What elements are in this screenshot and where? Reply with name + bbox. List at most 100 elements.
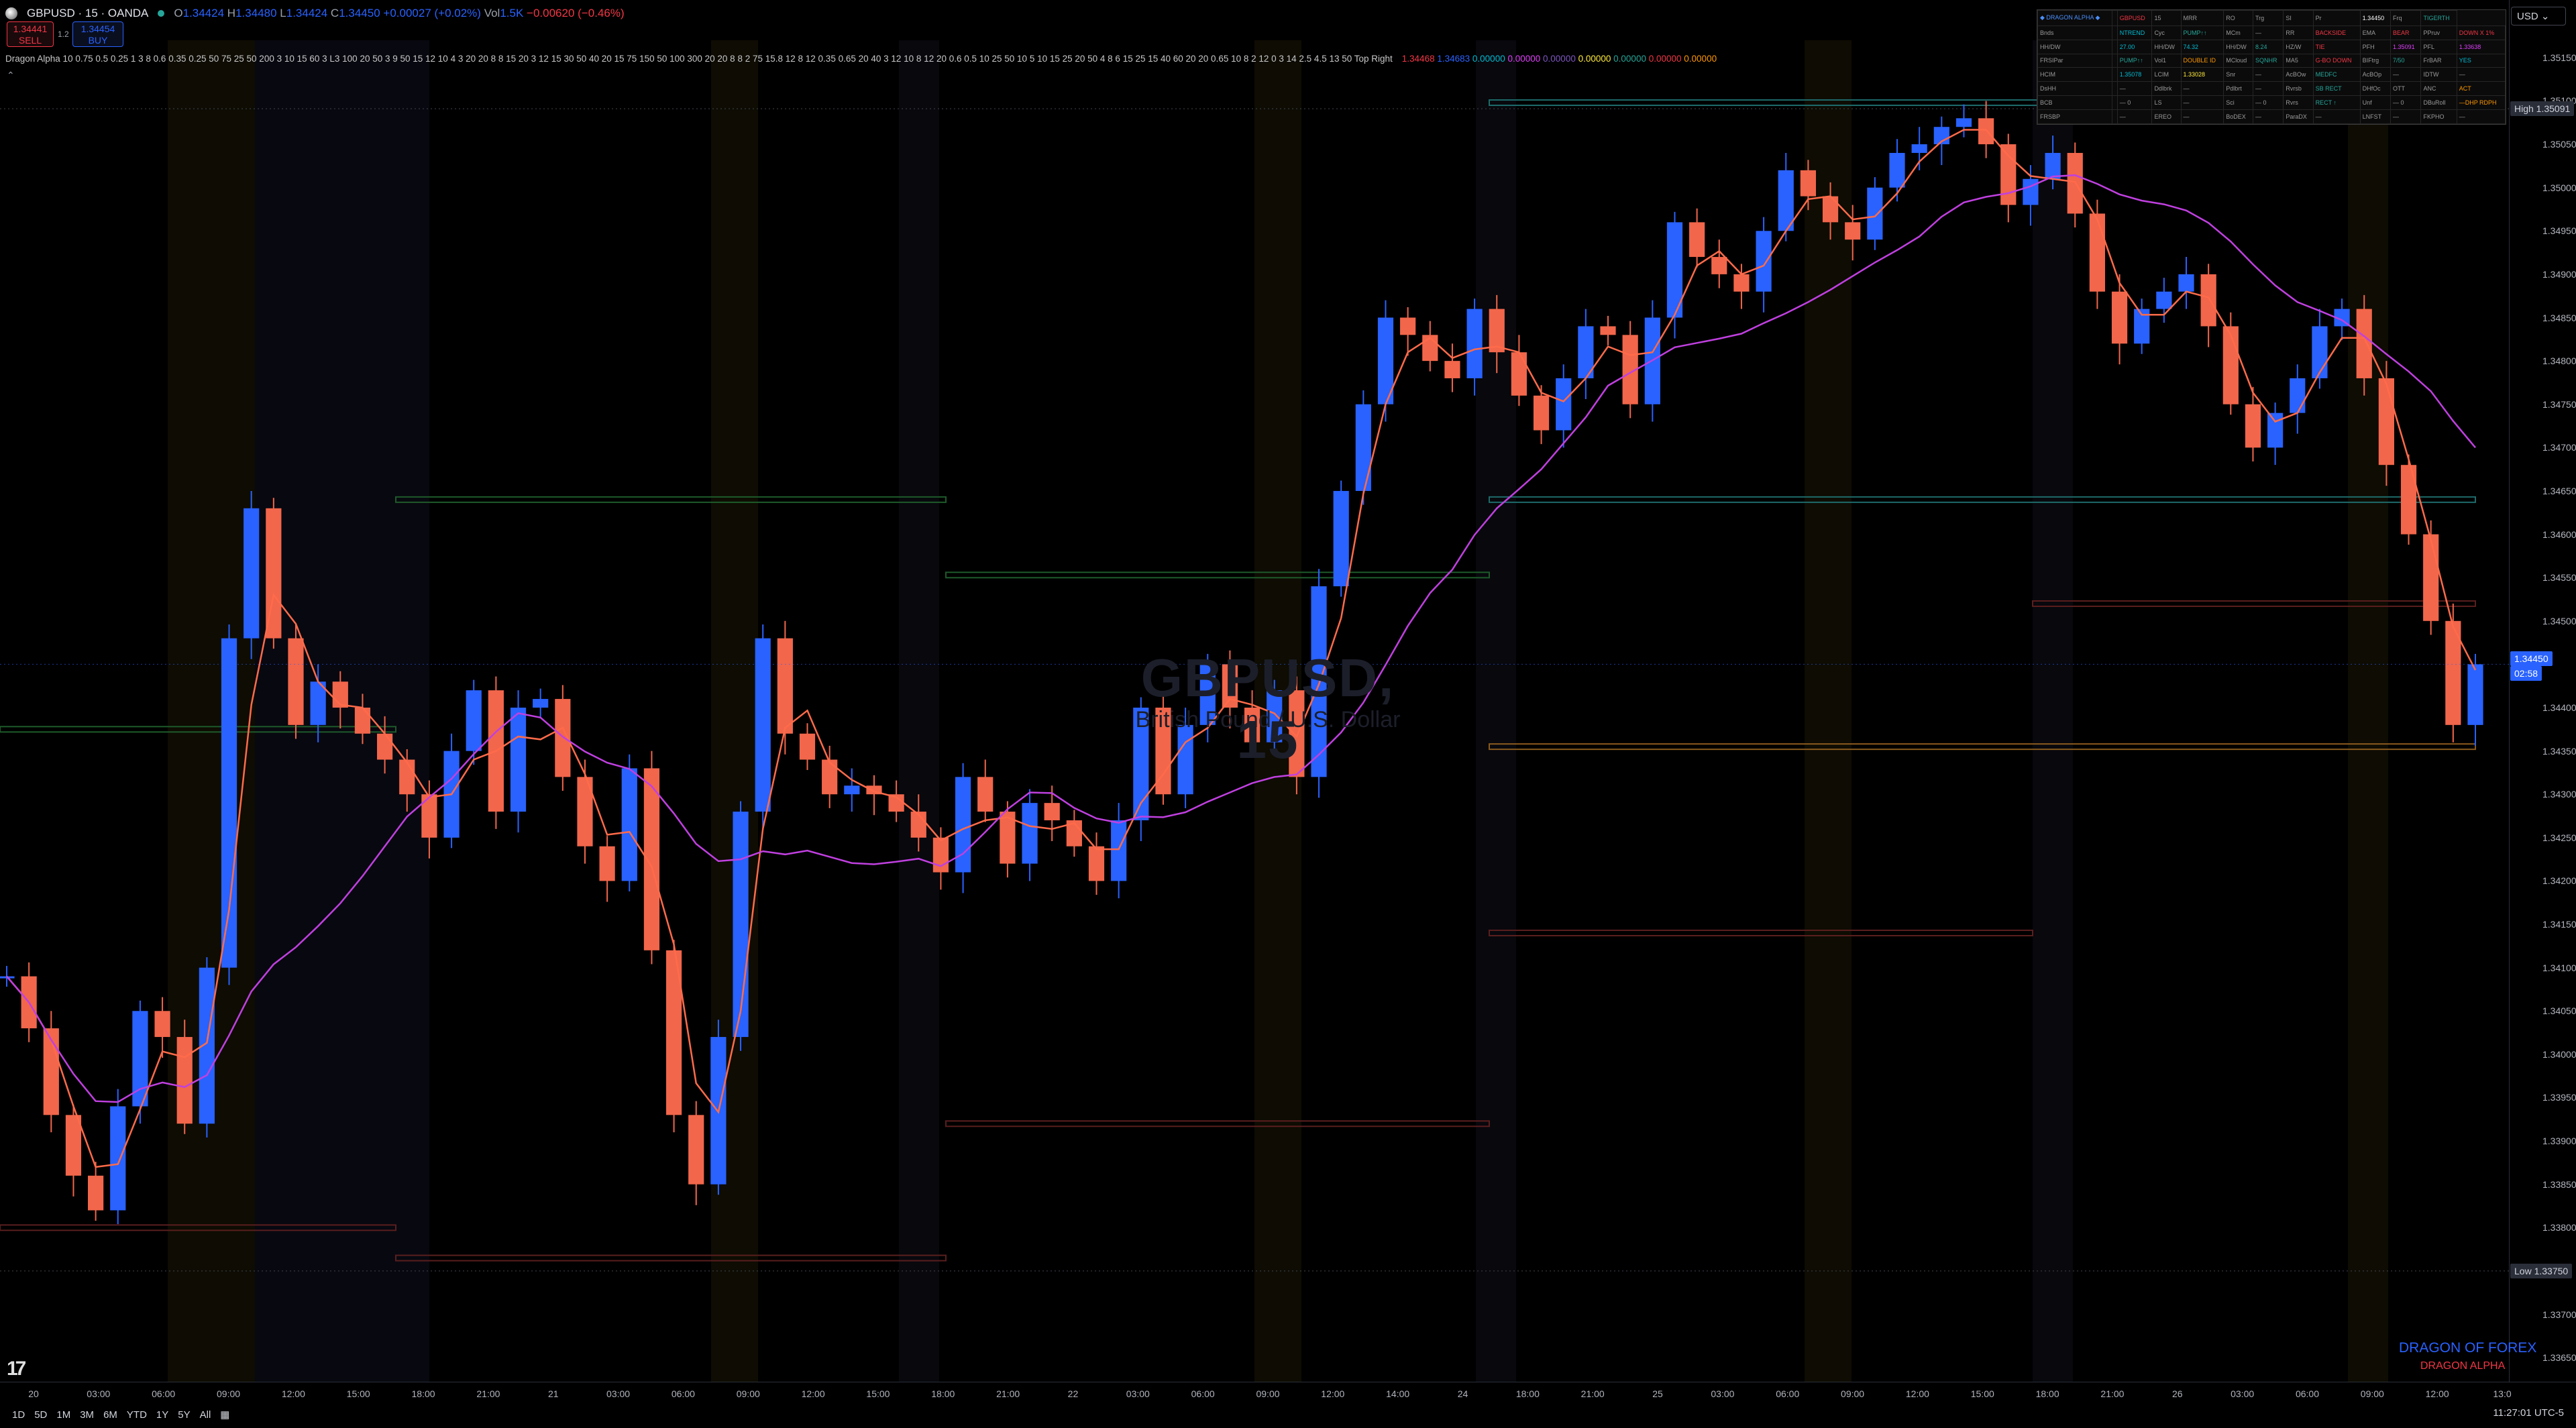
- panel-cell: —: [2116, 81, 2153, 97]
- day-change: −0.00620 (−0.46%): [527, 7, 625, 19]
- panel-cell: AcBOp: [2359, 67, 2392, 83]
- indicator-value: 0.00000: [1684, 54, 1717, 64]
- panel-cell: [2111, 81, 2118, 97]
- range-ytd[interactable]: YTD: [127, 1409, 147, 1421]
- range-5d[interactable]: 5D: [34, 1409, 47, 1421]
- range-1d[interactable]: 1D: [12, 1409, 25, 1421]
- candle-body: [154, 1011, 170, 1038]
- panel-cell: NTREND: [2116, 25, 2153, 40]
- price-tick: 1.34100: [2542, 962, 2576, 973]
- time-tick: 03:00: [2231, 1388, 2255, 1399]
- time-tick: 25: [1652, 1388, 1663, 1399]
- panel-cell: [2111, 67, 2118, 83]
- candle-body: [621, 768, 637, 881]
- symbol-title[interactable]: GBPUSD · 15 · OANDA: [27, 7, 148, 20]
- panel-cell: Rvrs: [2283, 95, 2314, 111]
- chevron-up-icon[interactable]: ⌃: [7, 70, 15, 81]
- candle-body: [354, 708, 371, 734]
- panel-row: ◆ DRAGON ALPHA ◆ GBPUSD 15 MRR RO Trg SI Pr 1.34…: [2037, 10, 2506, 26]
- price-tick: 1.34800: [2542, 355, 2576, 367]
- candle-body: [2111, 291, 2128, 344]
- range-1m[interactable]: 1M: [56, 1409, 70, 1421]
- sell-button[interactable]: 1.34441 SELL: [7, 21, 54, 47]
- price-tick: 1.33700: [2542, 1309, 2576, 1320]
- buy-label: BUY: [88, 35, 108, 46]
- candle-body: [1867, 187, 1883, 240]
- panel-cell: DBuRoll: [2420, 95, 2457, 111]
- close-value: 1.34450: [339, 7, 380, 19]
- candle-body: [799, 733, 816, 760]
- candle-body: [1978, 118, 1994, 145]
- candle-body: [688, 1115, 704, 1185]
- symbol-legend[interactable]: GBPUSD · 15 · OANDA O1.34424 H1.34480 L1…: [5, 7, 625, 20]
- candle-body: [399, 759, 415, 795]
- time-axis[interactable]: [0, 1382, 2576, 1428]
- range-all[interactable]: All: [200, 1409, 211, 1421]
- panel-cell: BIFtrg: [2359, 53, 2392, 68]
- panel-cell: Pr: [2312, 10, 2361, 26]
- time-tick: 24: [1457, 1388, 1468, 1399]
- panel-row: BCB — 0 LS — Sci — 0 Rvrs RECT ↑ Unf — 0 DBuRoll —D…: [2037, 95, 2506, 111]
- price-tick: 1.34300: [2542, 789, 2576, 800]
- range-5y[interactable]: 5Y: [178, 1409, 190, 1421]
- clock[interactable]: 11:27:01 UTC-5: [2493, 1407, 2564, 1419]
- candle-body: [2023, 178, 2039, 205]
- time-tick: 21: [547, 1388, 559, 1399]
- candle-body: [2045, 152, 2061, 179]
- panel-cell: FrBAR: [2420, 53, 2457, 68]
- indicator-params[interactable]: Dragon Alpha 10 0.75 0.5 0.25 1 3 8 0.6 …: [5, 54, 1393, 64]
- price-axis[interactable]: [2509, 0, 2576, 1382]
- panel-cell: —: [2252, 109, 2284, 124]
- time-tick: 22: [1067, 1388, 1079, 1399]
- range-1y[interactable]: 1Y: [156, 1409, 168, 1421]
- panel-row: HCIM 1.35078 LCIM 1.33028 Snr — AcBOw MEDFC AcBO…: [2037, 67, 2506, 83]
- panel-cell: BCB: [2037, 95, 2112, 111]
- panel-cell: SQNHR: [2252, 53, 2284, 68]
- time-tick: 18:00: [411, 1388, 435, 1399]
- panel-cell: 1.35091: [2390, 39, 2422, 54]
- session-shade: [899, 40, 939, 1382]
- price-tick: 1.33900: [2542, 1136, 2576, 1147]
- buy-button[interactable]: 1.34454 BUY: [72, 21, 123, 47]
- candle-body: [110, 1106, 126, 1211]
- panel-cell: —: [2180, 95, 2224, 111]
- panel-cell: ◆ DRAGON ALPHA ◆: [2037, 10, 2112, 26]
- panel-cell: DsHH: [2037, 81, 2112, 97]
- price-tick: 1.35150: [2542, 52, 2576, 63]
- indicator-legend[interactable]: Dragon Alpha 10 0.75 0.5 0.25 1 3 8 0.6 …: [5, 54, 1717, 64]
- time-tick: 12:00: [1321, 1388, 1345, 1399]
- time-tick: 09:00: [2360, 1388, 2384, 1399]
- candle-body: [2378, 378, 2394, 465]
- candle-body: [466, 690, 482, 751]
- candle-body: [1400, 317, 1416, 335]
- tradingview-logo[interactable]: 17: [7, 1358, 26, 1380]
- panel-cell: [2111, 95, 2118, 111]
- panel-cell: PFH: [2359, 39, 2392, 54]
- candle-body: [1711, 257, 1727, 274]
- price-tick: 1.34000: [2542, 1048, 2576, 1060]
- session-shade: [255, 40, 429, 1382]
- panel-cell: PPruv: [2420, 25, 2457, 40]
- session-shade: [1805, 40, 1851, 1382]
- panel-cell: Rvrsb: [2283, 81, 2314, 97]
- panel-cell: —: [2252, 67, 2284, 83]
- candle-body: [1355, 404, 1371, 491]
- time-tick: 18:00: [1515, 1388, 1540, 1399]
- panel-row: DsHH — Ddlbrk — Pdlbrt — Rvrsb SB RECT DHfOc OTT A…: [2037, 81, 2506, 97]
- panel-cell: 1.33638: [2456, 39, 2506, 54]
- panel-cell: RECT ↑: [2312, 95, 2361, 111]
- range-6m[interactable]: 6M: [103, 1409, 117, 1421]
- panel-cell: HH/DW: [2223, 39, 2253, 54]
- panel-cell: HCIM: [2037, 67, 2112, 83]
- panel-cell: 1.33028: [2180, 67, 2224, 83]
- panel-cell: —DHP RDPH: [2456, 95, 2506, 111]
- calendar-icon[interactable]: ▦: [220, 1409, 229, 1421]
- candle-body: [2156, 291, 2172, 309]
- indicator-value: 0.00000: [1648, 54, 1684, 64]
- high-price-label: High 1.35091: [2510, 101, 2575, 117]
- range-3m[interactable]: 3M: [80, 1409, 94, 1421]
- candle-body: [1733, 274, 1750, 292]
- currency-selector[interactable]: USD ⌄: [2511, 7, 2566, 25]
- panel-cell: EREO: [2151, 109, 2182, 124]
- panel-cell: Trg: [2252, 10, 2284, 26]
